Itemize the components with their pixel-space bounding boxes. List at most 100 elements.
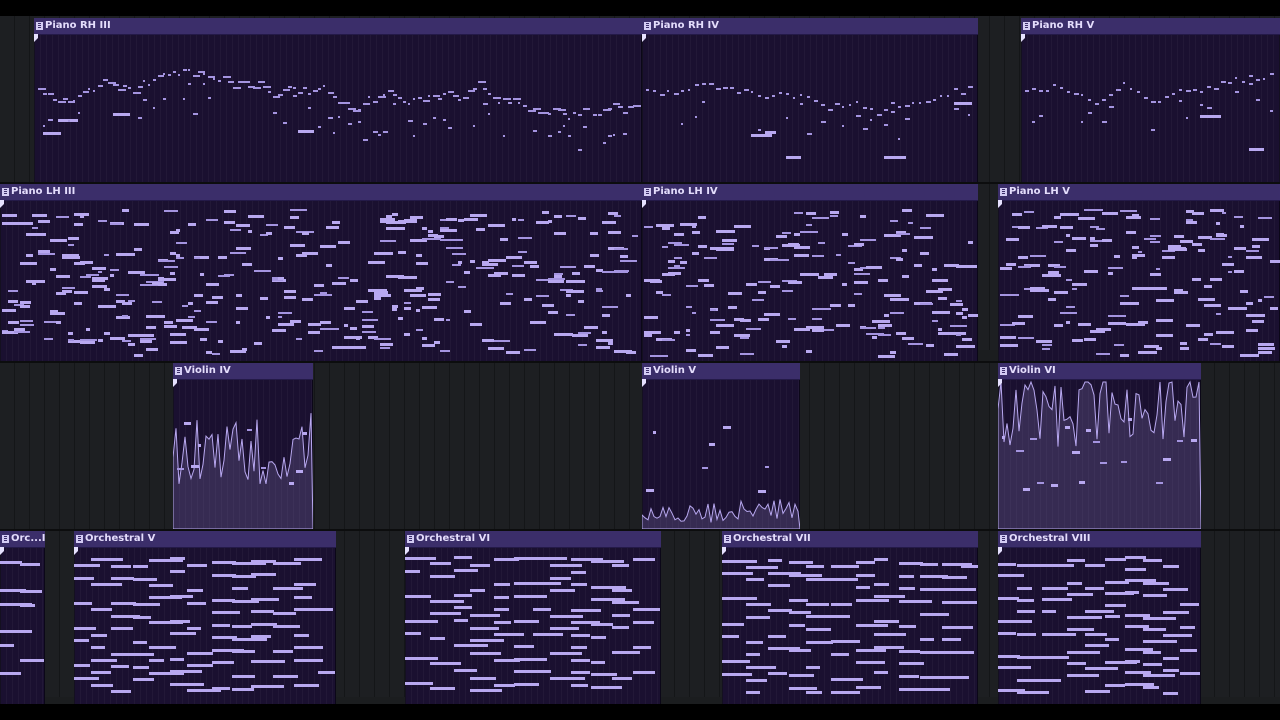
midi-note[interactable]: [578, 113, 582, 116]
midi-note[interactable]: [794, 233, 800, 237]
midi-note[interactable]: [1174, 291, 1188, 295]
midi-note[interactable]: [398, 97, 402, 100]
midi-note[interactable]: [998, 620, 1032, 624]
midi-note[interactable]: [899, 675, 919, 679]
midi-note[interactable]: [303, 87, 307, 90]
midi-note[interactable]: [251, 635, 271, 639]
midi-note[interactable]: [116, 293, 129, 296]
midi-note[interactable]: [646, 89, 649, 92]
midi-note[interactable]: [806, 211, 816, 215]
midi-note[interactable]: [807, 95, 810, 98]
midi-note[interactable]: [650, 279, 662, 283]
midi-note[interactable]: [942, 625, 973, 629]
midi-note[interactable]: [1192, 278, 1201, 282]
midi-note[interactable]: [926, 343, 934, 347]
midi-note[interactable]: [1084, 337, 1096, 341]
midi-note[interactable]: [1096, 353, 1110, 356]
midi-note[interactable]: [236, 320, 240, 324]
midi-note[interactable]: [428, 94, 430, 97]
midi-note[interactable]: [328, 116, 333, 119]
midi-note[interactable]: [20, 304, 30, 308]
midi-note[interactable]: [572, 271, 580, 275]
midi-note[interactable]: [548, 219, 552, 223]
midi-note[interactable]: [1204, 303, 1221, 307]
midi-note[interactable]: [896, 233, 910, 236]
midi-note[interactable]: [554, 332, 573, 336]
midi-note[interactable]: [74, 222, 83, 226]
midi-note[interactable]: [772, 94, 775, 97]
midi-note[interactable]: [1207, 86, 1211, 89]
midi-note[interactable]: [902, 249, 907, 253]
midi-note[interactable]: [488, 346, 504, 350]
midi-note[interactable]: [243, 81, 250, 84]
clip-piano-lh-iv[interactable]: Piano LH IV: [642, 184, 978, 361]
midi-note[interactable]: [698, 215, 706, 219]
midi-note[interactable]: [253, 87, 261, 90]
midi-note[interactable]: [566, 294, 571, 298]
midi-note[interactable]: [458, 261, 462, 265]
midi-note[interactable]: [98, 219, 107, 222]
midi-note[interactable]: [1078, 323, 1091, 327]
midi-note[interactable]: [1150, 218, 1160, 221]
midi-note[interactable]: [746, 328, 761, 331]
midi-note[interactable]: [1143, 685, 1159, 689]
midi-note[interactable]: [533, 632, 563, 636]
midi-note[interactable]: [874, 645, 904, 649]
midi-note[interactable]: [56, 321, 61, 325]
midi-note[interactable]: [116, 252, 135, 256]
midi-note[interactable]: [596, 346, 610, 350]
midi-note[interactable]: [133, 640, 147, 644]
midi-note[interactable]: [494, 271, 508, 275]
midi-note[interactable]: [268, 91, 271, 94]
midi-note[interactable]: [692, 251, 699, 255]
midi-note[interactable]: [550, 677, 585, 681]
midi-note[interactable]: [413, 98, 415, 101]
midi-note[interactable]: [1066, 278, 1072, 281]
midi-note[interactable]: [920, 587, 943, 591]
midi-note[interactable]: [206, 320, 217, 323]
midi-note[interactable]: [702, 101, 705, 104]
midi-note[interactable]: [1246, 328, 1258, 332]
midi-note[interactable]: [388, 89, 394, 92]
midi-note[interactable]: [320, 328, 339, 331]
midi-note[interactable]: [212, 352, 220, 355]
midi-note[interactable]: [898, 138, 900, 141]
midi-note[interactable]: [1121, 461, 1127, 464]
midi-note[interactable]: [74, 301, 82, 305]
midi-note[interactable]: [404, 219, 417, 223]
midi-note[interactable]: [1000, 343, 1018, 347]
midi-note[interactable]: [134, 247, 142, 251]
midi-note[interactable]: [470, 260, 475, 264]
midi-note[interactable]: [860, 327, 876, 330]
midi-note[interactable]: [1042, 609, 1056, 613]
midi-note[interactable]: [26, 253, 33, 257]
midi-note[interactable]: [800, 272, 819, 276]
midi-note[interactable]: [533, 607, 551, 611]
midi-note[interactable]: [362, 310, 373, 313]
midi-note[interactable]: [332, 220, 340, 224]
midi-note[interactable]: [91, 683, 113, 687]
midi-note[interactable]: [278, 277, 284, 281]
midi-note[interactable]: [1216, 313, 1221, 316]
midi-note[interactable]: [1032, 87, 1036, 90]
midi-note[interactable]: [392, 213, 398, 217]
midi-note[interactable]: [32, 282, 36, 286]
midi-note[interactable]: [686, 348, 696, 352]
midi-note[interactable]: [1088, 112, 1092, 115]
midi-note[interactable]: [368, 260, 385, 264]
midi-note[interactable]: [933, 99, 936, 102]
midi-note[interactable]: [920, 637, 934, 641]
midi-note[interactable]: [405, 556, 436, 560]
midi-note[interactable]: [1186, 323, 1200, 327]
midi-note[interactable]: [92, 266, 106, 270]
midi-note[interactable]: [123, 84, 127, 87]
midi-note[interactable]: [1150, 240, 1160, 243]
midi-note[interactable]: [722, 672, 752, 676]
midi-note[interactable]: [828, 109, 833, 112]
midi-note[interactable]: [20, 324, 34, 327]
midi-note[interactable]: [416, 253, 422, 257]
clip-orchestral-viii[interactable]: Orchestral VIII: [998, 531, 1201, 704]
midi-note[interactable]: [1108, 321, 1126, 325]
midi-note[interactable]: [170, 632, 196, 636]
midi-note[interactable]: [1137, 91, 1140, 94]
